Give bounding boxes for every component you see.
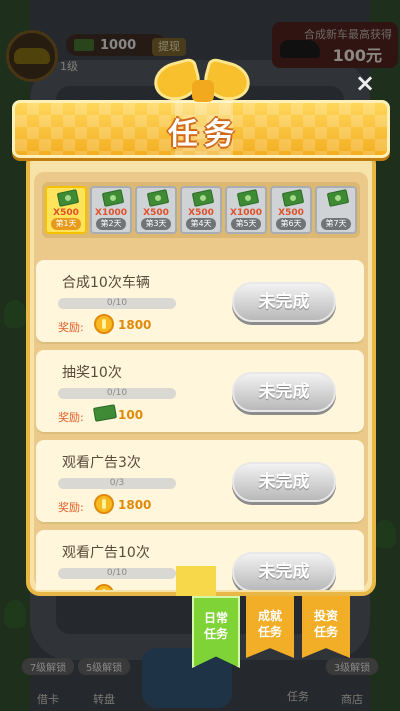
dialog-title: 任务	[168, 117, 240, 152]
reward-amount: 1800	[118, 318, 152, 332]
coin-icon	[94, 314, 114, 334]
scroll-indicator	[176, 566, 216, 596]
reward-label: 奖励:	[58, 321, 84, 334]
day-label: 第5天	[231, 218, 261, 230]
close-button[interactable]: ×	[352, 70, 378, 96]
incomplete-button[interactable]: 未完成	[232, 552, 336, 590]
cash-icon	[92, 404, 118, 422]
day-label: 第2天	[96, 218, 126, 230]
day-reward-1[interactable]: X500 第1天	[45, 186, 87, 234]
incomplete-button[interactable]: 未完成	[232, 372, 336, 412]
task-progress-text: 0/3	[109, 478, 125, 488]
cash-icon	[326, 189, 350, 207]
reward-label: 奖励:	[58, 589, 84, 590]
day-multiplier: X500	[188, 208, 214, 218]
tab-label: 任务	[313, 625, 338, 639]
day-label: 第6天	[276, 218, 306, 230]
cash-icon	[56, 189, 80, 207]
task-row: 观看广告3次 0/3 奖励: 1800 未完成	[36, 440, 364, 522]
task-progress-text: 0/10	[106, 388, 128, 398]
task-row: 抽奖10次 0/10 奖励: 100 未完成	[36, 350, 364, 432]
task-progress-text: 0/10	[106, 298, 128, 308]
task-progress-text: 0/10	[106, 568, 128, 578]
tab-label: 成就	[257, 609, 282, 623]
cash-icon	[101, 189, 125, 207]
cash-icon	[146, 189, 170, 207]
day-reward-6[interactable]: X500 第6天	[270, 186, 312, 234]
tab-label: 日常	[203, 611, 228, 625]
cash-icon	[191, 189, 215, 207]
task-title: 观看广告3次	[62, 455, 141, 471]
gift-bow-icon	[149, 56, 255, 108]
task-title: 观看广告10次	[62, 545, 150, 561]
incomplete-button[interactable]: 未完成	[232, 282, 336, 322]
day-multiplier: X500	[53, 208, 79, 218]
tab-label: 任务	[257, 625, 282, 639]
day-multiplier: X1000	[230, 208, 262, 218]
incomplete-button[interactable]: 未完成	[232, 462, 336, 502]
coin-icon	[94, 584, 114, 590]
day-label: 第3天	[141, 218, 171, 230]
task-row: 合成10次车辆 0/10 奖励: 1800 未完成	[36, 260, 364, 342]
tab-label: 任务	[203, 627, 228, 641]
day-reward-5[interactable]: X1000 第5天	[225, 186, 267, 234]
day-label: 第7天	[321, 218, 351, 230]
day-multiplier: X500	[143, 208, 169, 218]
reward-amount: 1800	[118, 498, 152, 512]
dialog-banner: 任务	[12, 100, 390, 158]
day-label: 第1天	[51, 218, 81, 230]
coin-icon	[94, 494, 114, 514]
cash-icon	[281, 189, 305, 207]
cash-icon	[236, 189, 260, 207]
task-list[interactable]: 合成10次车辆 0/10 奖励: 1800 未完成 抽奖10次 0/10 奖励: 100 未完成观…	[36, 260, 364, 590]
task-title: 抽奖10次	[62, 365, 122, 381]
day-label: 第4天	[186, 218, 216, 230]
day-reward-3[interactable]: X500 第3天	[135, 186, 177, 234]
day-reward-4[interactable]: X500 第4天	[180, 186, 222, 234]
day-reward-7[interactable]: 第7天	[315, 186, 357, 234]
reward-amount: 100	[118, 408, 144, 422]
day-reward-2[interactable]: X1000 第2天	[90, 186, 132, 234]
reward-label: 奖励:	[58, 501, 84, 514]
day-multiplier: X500	[278, 208, 304, 218]
day-reward-strip: X500 第1天 X1000 第2天 X500 第3天 X500 第4天 X1000 第5天 X50…	[42, 182, 360, 238]
tab-label: 投资	[313, 609, 338, 623]
reward-label: 奖励:	[58, 411, 84, 424]
task-title: 合成10次车辆	[62, 275, 150, 291]
day-multiplier: X1000	[95, 208, 127, 218]
